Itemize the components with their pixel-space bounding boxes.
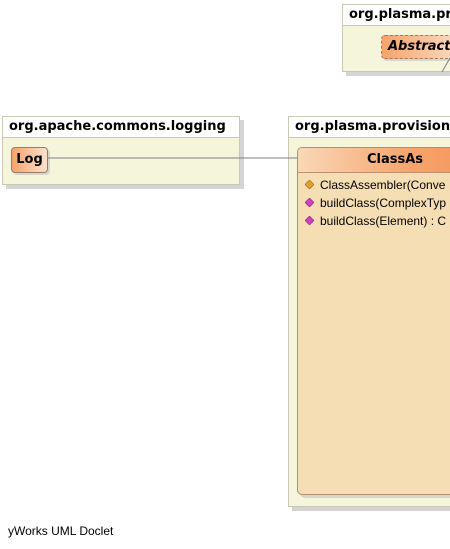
member-label: buildClass(ComplexTyp <box>320 196 447 210</box>
member-method[interactable]: buildClass(ComplexTyp <box>298 194 450 212</box>
member-label: buildClass(Element) : C <box>320 214 447 228</box>
package-name: org.plasma.pro <box>343 5 450 26</box>
package-org-plasma-top: org.plasma.pro AbstractA <box>342 4 450 72</box>
class-name: ClassAs <box>366 152 424 167</box>
method-icon <box>305 216 314 225</box>
package-org-apache-commons-logging: org.apache.commons.logging Log <box>2 116 240 185</box>
class-header: ClassAs <box>298 148 450 173</box>
class-abstract[interactable]: AbstractA <box>381 35 450 59</box>
package-name: org.apache.commons.logging <box>3 117 240 138</box>
member-label: ClassAssembler(Conve <box>320 178 446 192</box>
package-org-plasma-provisioning: org.plasma.provisionin ClassAs ClassAsse… <box>288 116 450 507</box>
footer-credit: yWorks UML Doclet <box>8 524 114 538</box>
class-name: AbstractA <box>388 39 450 54</box>
package-name: org.plasma.provisionin <box>289 117 450 138</box>
method-icon <box>305 198 314 207</box>
class-name: Log <box>16 152 43 167</box>
class-class-assembler[interactable]: ClassAs ClassAssembler(Conve buildClass(… <box>297 147 450 495</box>
member-method[interactable]: buildClass(Element) : C <box>298 212 450 230</box>
member-constructor[interactable]: ClassAssembler(Conve <box>298 176 450 194</box>
class-members: ClassAssembler(Conve buildClass(ComplexT… <box>298 173 450 230</box>
constructor-icon <box>305 180 314 189</box>
class-log[interactable]: Log <box>11 147 48 173</box>
